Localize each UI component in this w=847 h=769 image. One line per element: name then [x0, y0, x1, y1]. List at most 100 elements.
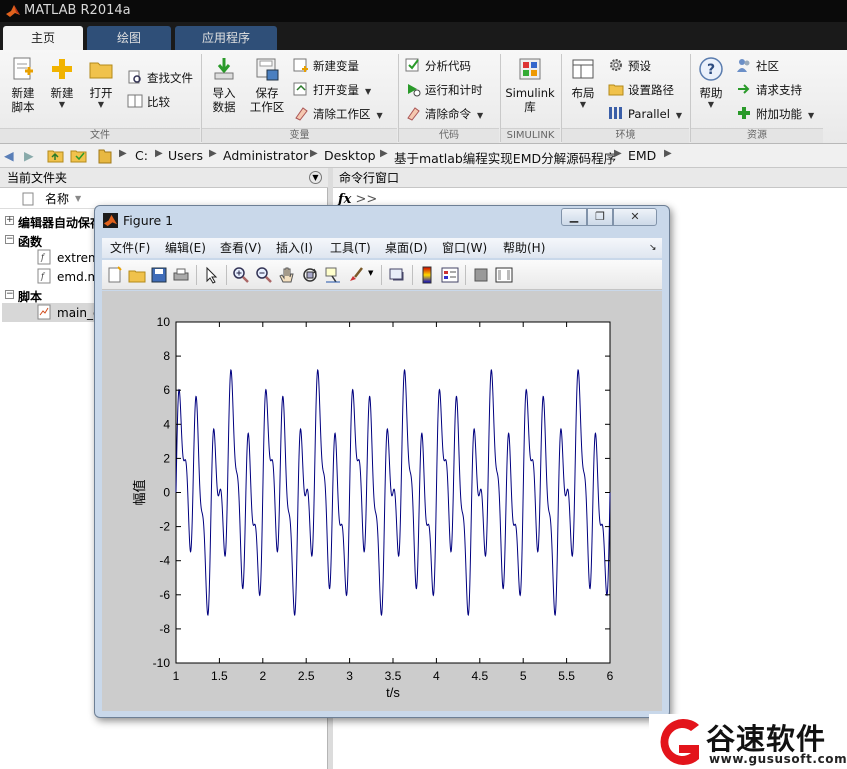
zoom-in-icon[interactable] [232, 266, 250, 284]
print-icon[interactable] [172, 266, 190, 284]
x-tick-label: 2 [259, 669, 266, 683]
tab-home[interactable]: 主页 [3, 26, 83, 50]
run-and-time-button[interactable]: 运行和计时 [405, 80, 483, 100]
menu-insert[interactable]: 插入(I) [276, 238, 313, 258]
clear-workspace-dropdown-icon[interactable]: ▼ [377, 111, 383, 120]
preferences-button[interactable]: 预设 [608, 56, 651, 76]
menu-view[interactable]: 查看(V) [220, 238, 262, 258]
open-variable-button[interactable]: 打开变量 ▼ [293, 80, 371, 100]
menu-help[interactable]: 帮助(H) [503, 238, 545, 258]
group-label-environment: 环境 [562, 128, 689, 143]
set-path-button[interactable]: 设置路径 [608, 80, 674, 100]
clear-commands-dropdown-icon[interactable]: ▼ [477, 111, 483, 120]
select-arrow-icon[interactable] [202, 266, 220, 284]
colorbar-icon[interactable] [418, 266, 436, 284]
collapse-toggle-icon[interactable]: − [5, 290, 14, 299]
community-button[interactable]: 社区 [736, 56, 779, 76]
breadcrumb-separator: ▶ [310, 148, 318, 159]
brush-icon[interactable] [347, 266, 365, 284]
new-variable-button[interactable]: 新建变量 [293, 56, 359, 76]
new-figure-icon[interactable] [106, 266, 124, 284]
link-plot-icon[interactable] [388, 266, 406, 284]
community-label: 社区 [756, 59, 779, 73]
analyze-code-button[interactable]: 分析代码 [405, 56, 471, 76]
add-ons-dropdown-icon[interactable]: ▼ [808, 111, 814, 120]
open-file-icon[interactable] [128, 266, 146, 284]
close-icon[interactable]: ✕ [613, 208, 657, 226]
compare-button[interactable]: 比较 [127, 92, 170, 112]
parallel-dropdown-icon[interactable]: ▼ [676, 111, 682, 120]
collapse-toggle-icon[interactable]: − [5, 235, 14, 244]
layout-dropdown-icon[interactable]: ▼ [566, 100, 600, 110]
sort-arrow-icon: ▼ [75, 194, 82, 203]
request-support-label: 请求支持 [756, 83, 802, 97]
data-cursor-icon[interactable] [324, 266, 342, 284]
tab-apps[interactable]: 应用程序 [175, 26, 277, 50]
app-title: MATLAB R2014a [24, 3, 131, 18]
simulink-library-icon [519, 58, 541, 80]
x-tick-label: 5 [520, 669, 527, 683]
dock-arrow-icon[interactable]: ↘ [649, 238, 657, 258]
parallel-button[interactable]: Parallel ▼ [608, 104, 682, 124]
back-arrow-icon[interactable]: ◀ [4, 148, 14, 163]
minimize-icon[interactable]: ▁ [561, 208, 587, 226]
expand-toggle-icon[interactable]: + [5, 216, 14, 225]
breadcrumb-item[interactable]: 基于matlab编程实现EMD分解源码程序 [394, 148, 616, 167]
breadcrumb-item[interactable]: Desktop [324, 148, 376, 163]
group-label-simulink: SIMULINK [501, 128, 560, 143]
clear-commands-button[interactable]: 清除命令 ▼ [405, 104, 483, 124]
group-label-code: 代码 [399, 128, 499, 143]
breadcrumb-item[interactable]: Administrator [223, 148, 308, 163]
clear-commands-label: 清除命令 [425, 107, 471, 121]
watermark-url: www.gususoft.com [709, 752, 847, 766]
clear-workspace-button[interactable]: 清除工作区 ▼ [293, 104, 383, 124]
zoom-out-icon[interactable] [255, 266, 273, 284]
breadcrumb-item[interactable]: C: [135, 148, 148, 163]
simulink-library-button[interactable]: Simulink 库 [503, 56, 557, 114]
menu-edit[interactable]: 编辑(E) [165, 238, 206, 258]
restore-icon[interactable]: ❐ [587, 208, 613, 226]
up-folder-icon[interactable] [47, 148, 64, 163]
import-data-button[interactable]: 导入 数据 [205, 56, 243, 114]
new-label: 新建 [50, 86, 74, 100]
save-workspace-button[interactable]: 保存 工作区 [247, 56, 287, 114]
new-button[interactable]: 新建 ▼ [45, 56, 79, 110]
panel-options-icon[interactable]: ▼ [309, 171, 322, 184]
add-ons-button[interactable]: 附加功能 ▼ [736, 104, 814, 124]
hide-plot-tools-icon[interactable] [472, 266, 490, 284]
figure-window[interactable]: Figure 1 ▁ ❐ ✕ 文件(F) 编辑(E) 查看(V) 插入(I) 工… [94, 205, 670, 718]
help-dropdown-icon[interactable]: ▼ [694, 100, 728, 110]
forward-arrow-icon[interactable]: ▶ [24, 148, 34, 163]
community-people-icon [737, 59, 750, 72]
folder-group-functions[interactable]: 函数 [18, 233, 42, 250]
open-button[interactable]: 打开 ▼ [84, 56, 118, 110]
request-support-button[interactable]: 请求支持 [736, 80, 802, 100]
menu-tools[interactable]: 工具(T) [330, 238, 371, 258]
tab-plots[interactable]: 绘图 [87, 26, 171, 50]
rotate-3d-icon[interactable] [301, 266, 319, 284]
menu-file[interactable]: 文件(F) [110, 238, 150, 258]
layout-button[interactable]: 布局 ▼ [566, 56, 600, 110]
brush-dropdown-icon[interactable]: ▼ [368, 269, 373, 277]
show-plot-tools-icon[interactable] [495, 266, 513, 284]
browse-folder-icon[interactable] [70, 148, 87, 163]
breadcrumb-item[interactable]: EMD [628, 148, 656, 163]
find-files-button[interactable]: 查找文件 [127, 68, 193, 88]
save-icon[interactable] [150, 266, 168, 284]
gususoft-logo-icon [660, 719, 699, 765]
pan-hand-icon[interactable] [278, 266, 296, 284]
menu-desktop[interactable]: 桌面(D) [385, 238, 428, 258]
new-dropdown-icon[interactable]: ▼ [45, 100, 79, 110]
breadcrumb-item[interactable]: Users [168, 148, 203, 163]
open-variable-dropdown-icon[interactable]: ▼ [365, 87, 371, 96]
file-item-emd[interactable]: emd.m [57, 270, 99, 284]
toolbar-separator [381, 265, 382, 285]
open-dropdown-icon[interactable]: ▼ [84, 100, 118, 110]
menu-window[interactable]: 窗口(W) [442, 238, 487, 258]
figure-canvas[interactable]: 1 1.5 2 2.5 3 3.5 4 4.5 5 5.5 6 10 8 6 4 2 0 -2 -4 -6 -8 -10 t… [102, 291, 662, 711]
legend-icon[interactable] [441, 266, 459, 284]
ribbon-tab-strip: 主页 绘图 应用程序 [0, 22, 847, 50]
folder-group-autosave[interactable]: 编辑器自动保存 [18, 214, 102, 231]
new-script-button[interactable]: 新建 脚本 [4, 56, 42, 114]
help-button[interactable]: ? 帮助 ▼ [694, 56, 728, 110]
